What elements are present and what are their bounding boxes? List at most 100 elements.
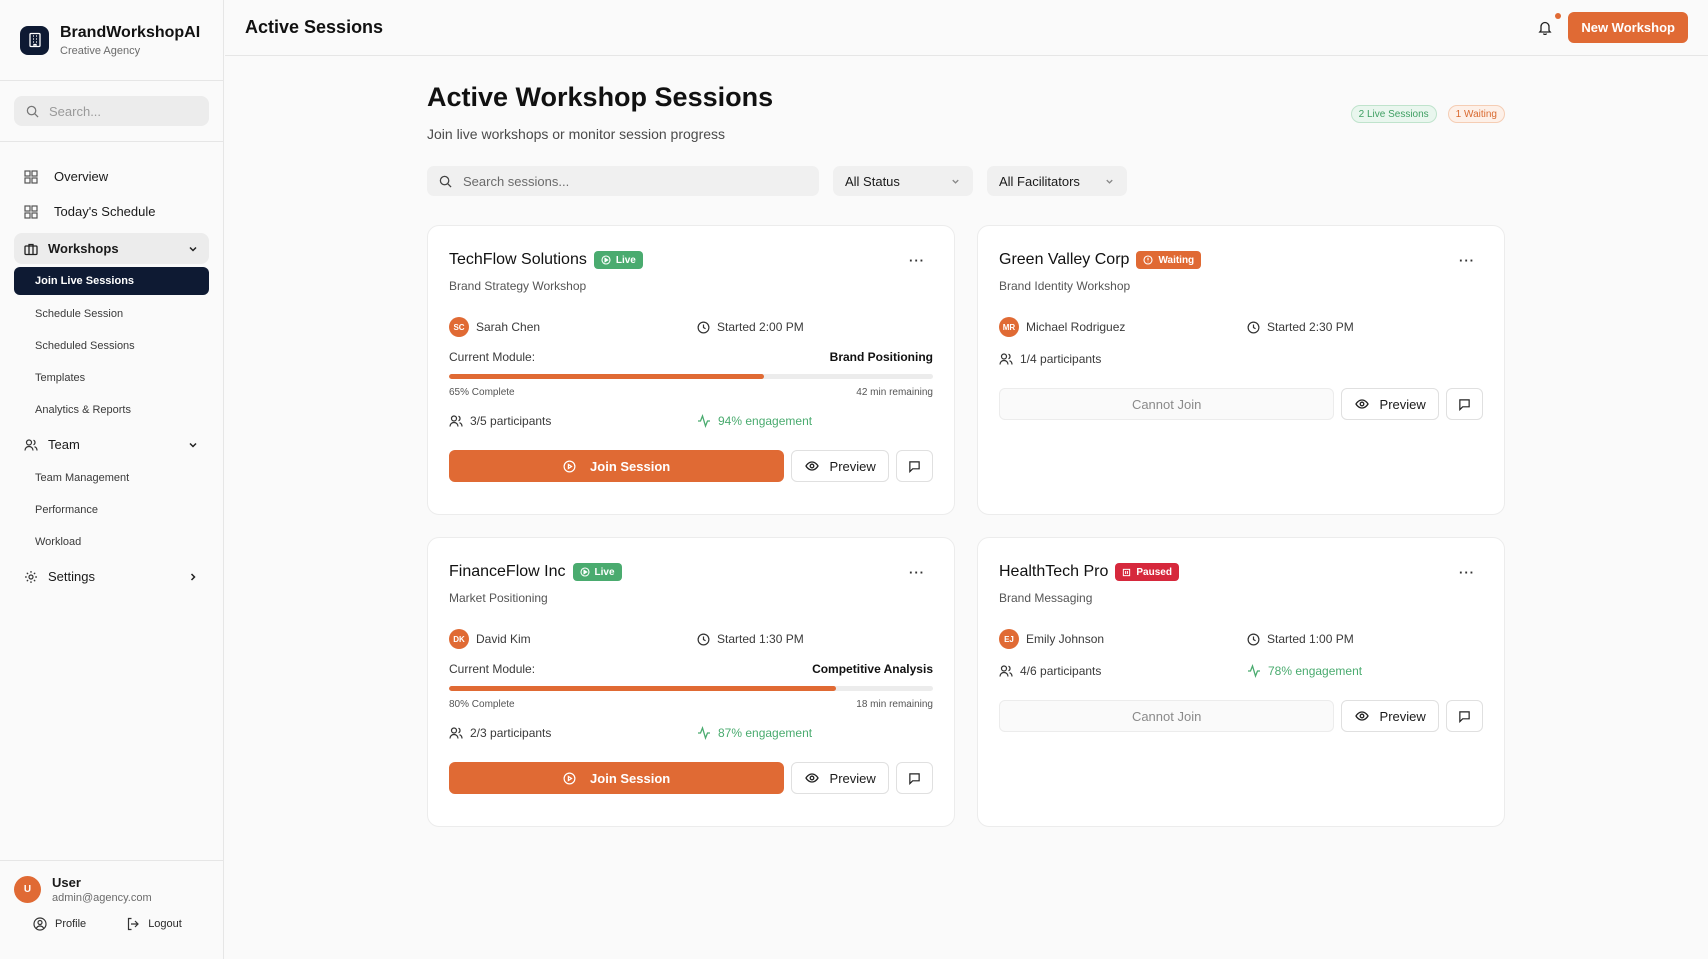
sidebar-group-label: Settings — [48, 569, 95, 584]
progress-label: 80% Complete — [449, 699, 515, 710]
sidebar-group-settings[interactable]: Settings — [14, 559, 209, 594]
time-remaining: 18 min remaining — [856, 699, 933, 710]
client-name: HealthTech Pro — [999, 563, 1109, 580]
more-options-button[interactable]: ··· — [1459, 253, 1475, 268]
sidebar-group-label: Workshops — [48, 241, 119, 256]
sidebar-item-schedule-session[interactable]: Schedule Session — [14, 298, 209, 330]
more-options-button[interactable]: ··· — [1459, 565, 1475, 580]
grid-icon — [24, 204, 38, 219]
engagement-rate: 78% engagement — [1268, 664, 1363, 678]
module-name: Brand Positioning — [829, 350, 933, 364]
progress-fill — [449, 686, 837, 691]
status-badge: Live — [593, 251, 643, 269]
new-workshop-button[interactable]: New Workshop — [1568, 12, 1688, 43]
building-icon — [20, 25, 49, 55]
sidebar-item-templates[interactable]: Templates — [14, 362, 209, 394]
chat-button[interactable] — [1446, 700, 1483, 732]
sidebar-item-performance[interactable]: Performance — [14, 494, 209, 526]
play-circle-icon — [563, 772, 576, 784]
session-card: TechFlow Solutions Live ··· Brand Strate… — [427, 225, 955, 515]
brand-subtitle: Creative Agency — [60, 44, 141, 57]
sidebar: BrandWorkshopAI Creative Agency Search..… — [0, 0, 224, 959]
bell-icon — [1538, 21, 1552, 35]
grid-icon — [24, 169, 38, 184]
client-name: TechFlow Solutions — [449, 251, 587, 268]
workshop-type: Brand Messaging — [999, 591, 1093, 605]
preview-button[interactable]: Preview — [791, 450, 890, 482]
preview-button[interactable]: Preview — [791, 762, 890, 794]
clock-icon — [697, 633, 710, 645]
facilitator-filter-select[interactable]: All Facilitators — [987, 166, 1127, 196]
users-icon — [449, 727, 463, 739]
join-label: Join Session — [590, 458, 671, 474]
module-label: Current Module: — [449, 350, 536, 364]
sidebar-item-workload[interactable]: Workload — [14, 526, 209, 558]
facilitator-avatar: MR — [999, 317, 1019, 337]
waiting-count-badge: 1 Waiting — [1447, 105, 1505, 123]
participants-count: 1/4 participants — [1020, 352, 1102, 366]
client-name: FinanceFlow Inc — [449, 563, 566, 580]
chat-button[interactable] — [896, 762, 933, 794]
progress-fill — [449, 374, 764, 379]
participants-count: 2/3 participants — [470, 726, 552, 740]
sidebar-item-scheduled-sessions[interactable]: Scheduled Sessions — [14, 330, 209, 362]
status-badge: Live — [572, 563, 622, 581]
status-filter-select[interactable]: All Status — [833, 166, 973, 196]
users-icon — [24, 438, 38, 451]
users-icon — [449, 415, 463, 427]
eye-icon — [804, 461, 819, 471]
session-card: FinanceFlow Inc Live ··· Market Position… — [427, 537, 955, 827]
module-label: Current Module: — [449, 662, 536, 676]
sidebar-search-input[interactable]: Search... — [14, 96, 209, 126]
chevron-down-icon — [189, 246, 197, 252]
time-remaining: 42 min remaining — [856, 387, 933, 398]
avatar[interactable]: U — [14, 876, 41, 903]
main-subtitle: Join live workshops or monitor session p… — [427, 126, 726, 142]
live-count-badge: 2 Live Sessions — [1350, 105, 1437, 123]
play-circle-icon — [563, 460, 576, 472]
sidebar-item-overview[interactable]: Overview — [14, 159, 209, 194]
sidebar-item-team-management[interactable]: Team Management — [14, 462, 209, 494]
sidebar-item-schedule[interactable]: Today's Schedule — [14, 194, 209, 229]
main-content: Active Workshop Sessions Join live works… — [427, 56, 1505, 827]
sidebar-group-team[interactable]: Team — [14, 427, 209, 462]
join-session-button[interactable]: Join Session — [449, 762, 785, 794]
sidebar-item-label: Overview — [54, 169, 109, 184]
sidebar-item-analytics[interactable]: Analytics & Reports — [14, 394, 209, 426]
progress-bar — [449, 374, 933, 379]
chat-button[interactable] — [1446, 388, 1483, 420]
users-icon — [999, 353, 1013, 365]
clock-icon — [1247, 321, 1260, 333]
notifications-button[interactable] — [1538, 13, 1562, 35]
workshop-type: Brand Strategy Workshop — [449, 279, 587, 293]
logout-label: Logout — [148, 918, 182, 930]
cannot-join-button[interactable]: Cannot Join — [999, 700, 1335, 732]
status-label: Live — [615, 254, 636, 266]
facilitator-avatar: SC — [449, 317, 469, 337]
preview-label: Preview — [829, 770, 876, 786]
profile-link[interactable]: Profile — [33, 917, 86, 931]
facilitator-filter-value: All Facilitators — [999, 173, 1080, 189]
preview-button[interactable]: Preview — [1341, 388, 1440, 420]
preview-button[interactable]: Preview — [1341, 700, 1440, 732]
more-options-button[interactable]: ··· — [909, 565, 925, 580]
sidebar-item-join-live[interactable]: Join Live Sessions — [14, 267, 209, 295]
cannot-join-button[interactable]: Cannot Join — [999, 388, 1335, 420]
session-search-input[interactable]: Search sessions... — [427, 166, 819, 196]
sidebar-item-label: Today's Schedule — [54, 204, 156, 219]
gear-icon — [25, 570, 37, 583]
status-label: Waiting — [1158, 254, 1195, 266]
sidebar-group-workshops[interactable]: Workshops — [14, 233, 209, 264]
chat-button[interactable] — [896, 450, 933, 482]
search-icon — [439, 175, 452, 188]
brand-header: BrandWorkshopAI Creative Agency — [0, 0, 223, 81]
status-label: Live — [594, 566, 615, 578]
logout-link[interactable]: Logout — [126, 917, 182, 931]
message-icon — [1459, 710, 1470, 723]
play-circle-icon — [601, 255, 611, 265]
more-options-button[interactable]: ··· — [909, 253, 925, 268]
join-session-button[interactable]: Join Session — [449, 450, 785, 482]
sidebar-nav: Overview Today's Schedule Workshops Join… — [0, 142, 223, 594]
session-card: HealthTech Pro Paused ··· Brand Messagin… — [977, 537, 1505, 827]
workshop-type: Market Positioning — [449, 591, 548, 605]
